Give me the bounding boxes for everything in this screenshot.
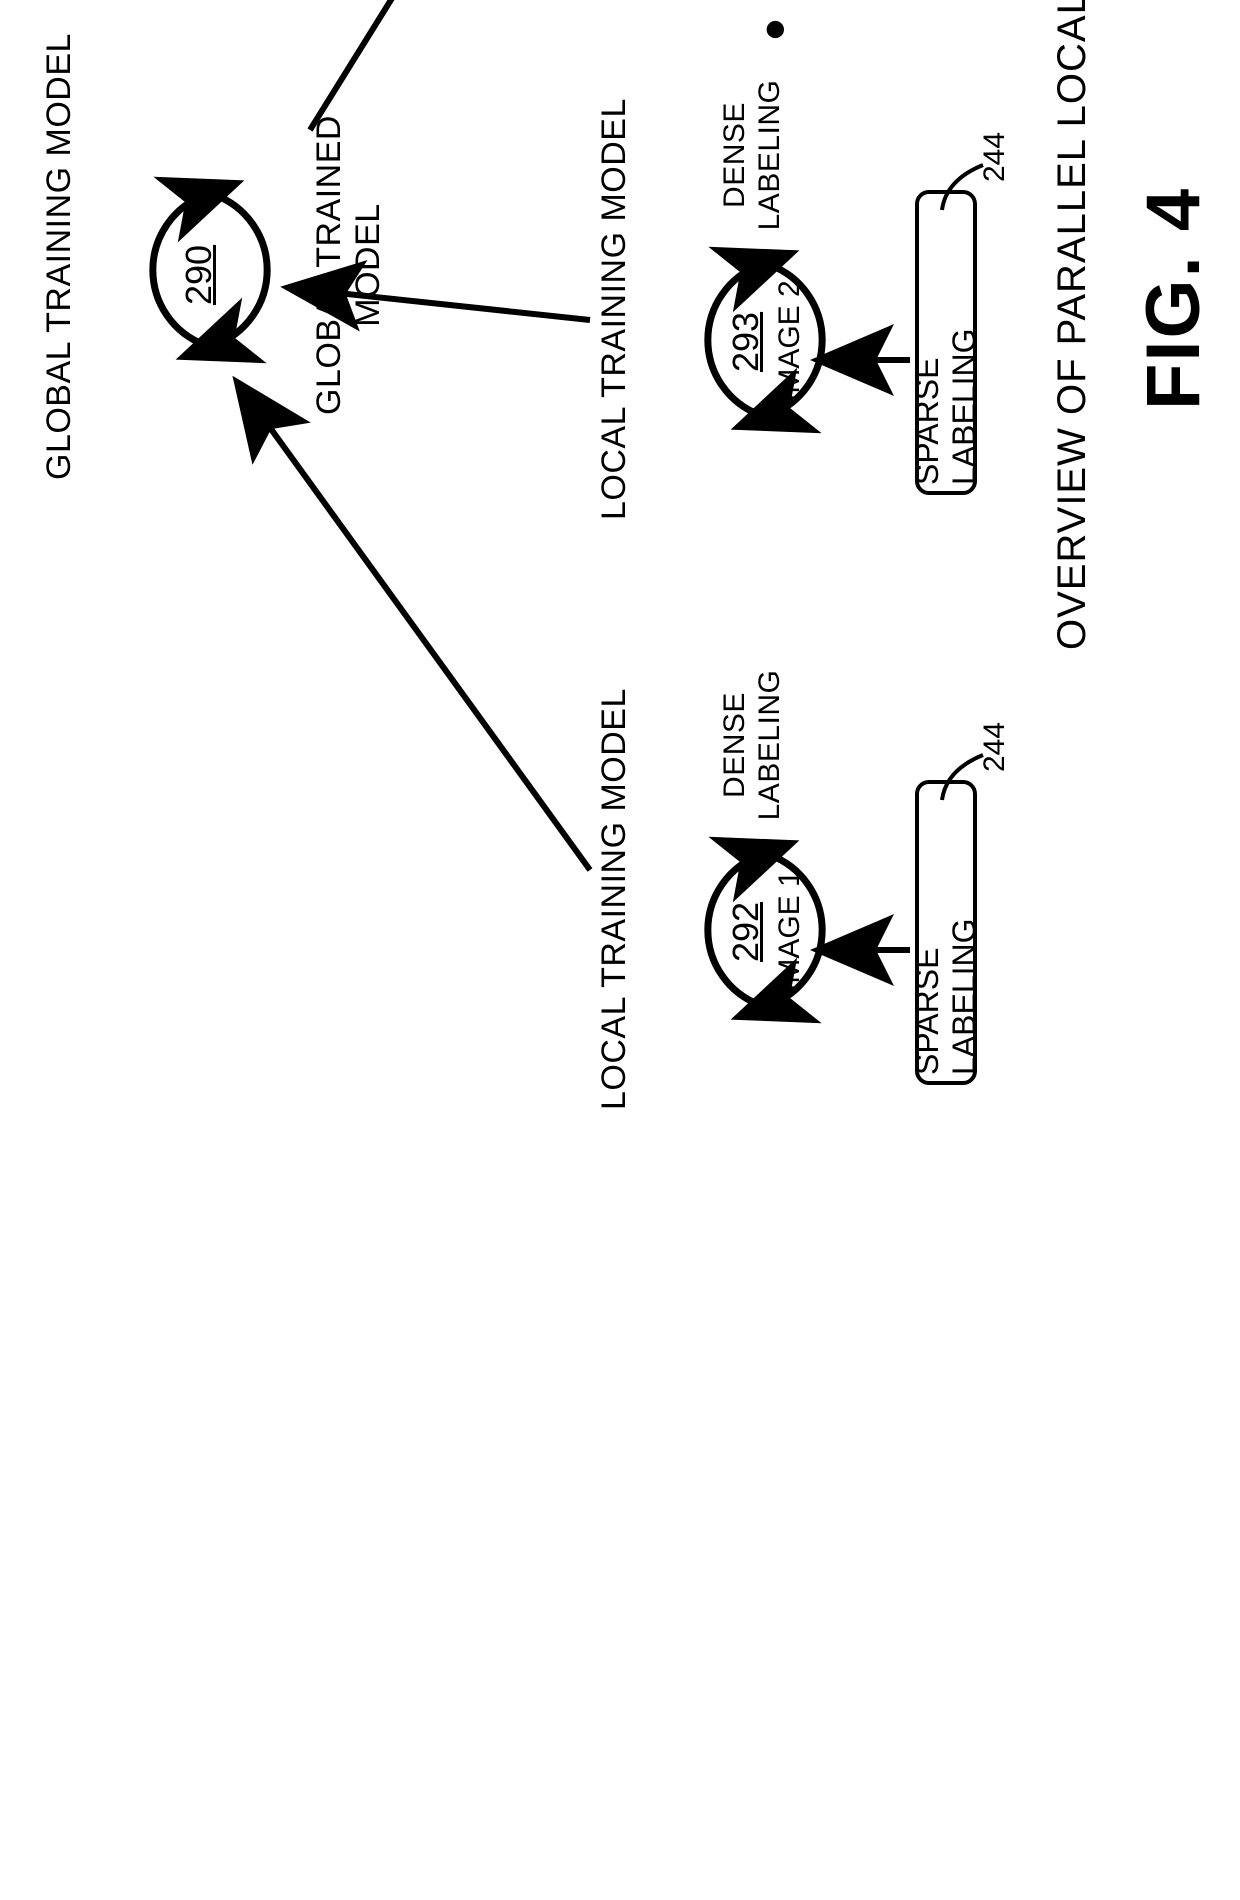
sparse-box-1: SPARSE LABELING (915, 780, 977, 1085)
rotated-stage: GLOBAL TRAINING MODEL 290 GLOBAL TRAINED… (0, 0, 1240, 1240)
caption: OVERVIEW OF PARALLEL LOCAL MODELS (1050, 0, 1095, 650)
sparse-ref-2: 244 (978, 132, 1012, 182)
dense-label-1: DENSE LABELING (718, 655, 787, 835)
local-title-1: LOCAL TRAINING MODEL (595, 690, 634, 1110)
dense-label-2: DENSE LABELING (718, 65, 787, 245)
sparse-ref-1: 244 (978, 722, 1012, 772)
sparse-box-2: SPARSE LABELING (915, 190, 977, 495)
local-title-2: LOCAL TRAINING MODEL (595, 100, 634, 520)
sparse-text-1: SPARSE LABELING (909, 790, 983, 1075)
local-ref-1: 292 (725, 902, 767, 962)
diagram-canvas: GLOBAL TRAINING MODEL 290 GLOBAL TRAINED… (0, 0, 1240, 1240)
local-ref-2: 293 (725, 312, 767, 372)
sparse-text-2: SPARSE LABELING (909, 200, 983, 485)
ellipsis: • • • (740, 0, 809, 40)
figure-label: FIG. 4 (1130, 187, 1217, 410)
image-label-2: IMAGE 2 (773, 280, 807, 402)
image-label-1: IMAGE 1 (773, 870, 807, 992)
